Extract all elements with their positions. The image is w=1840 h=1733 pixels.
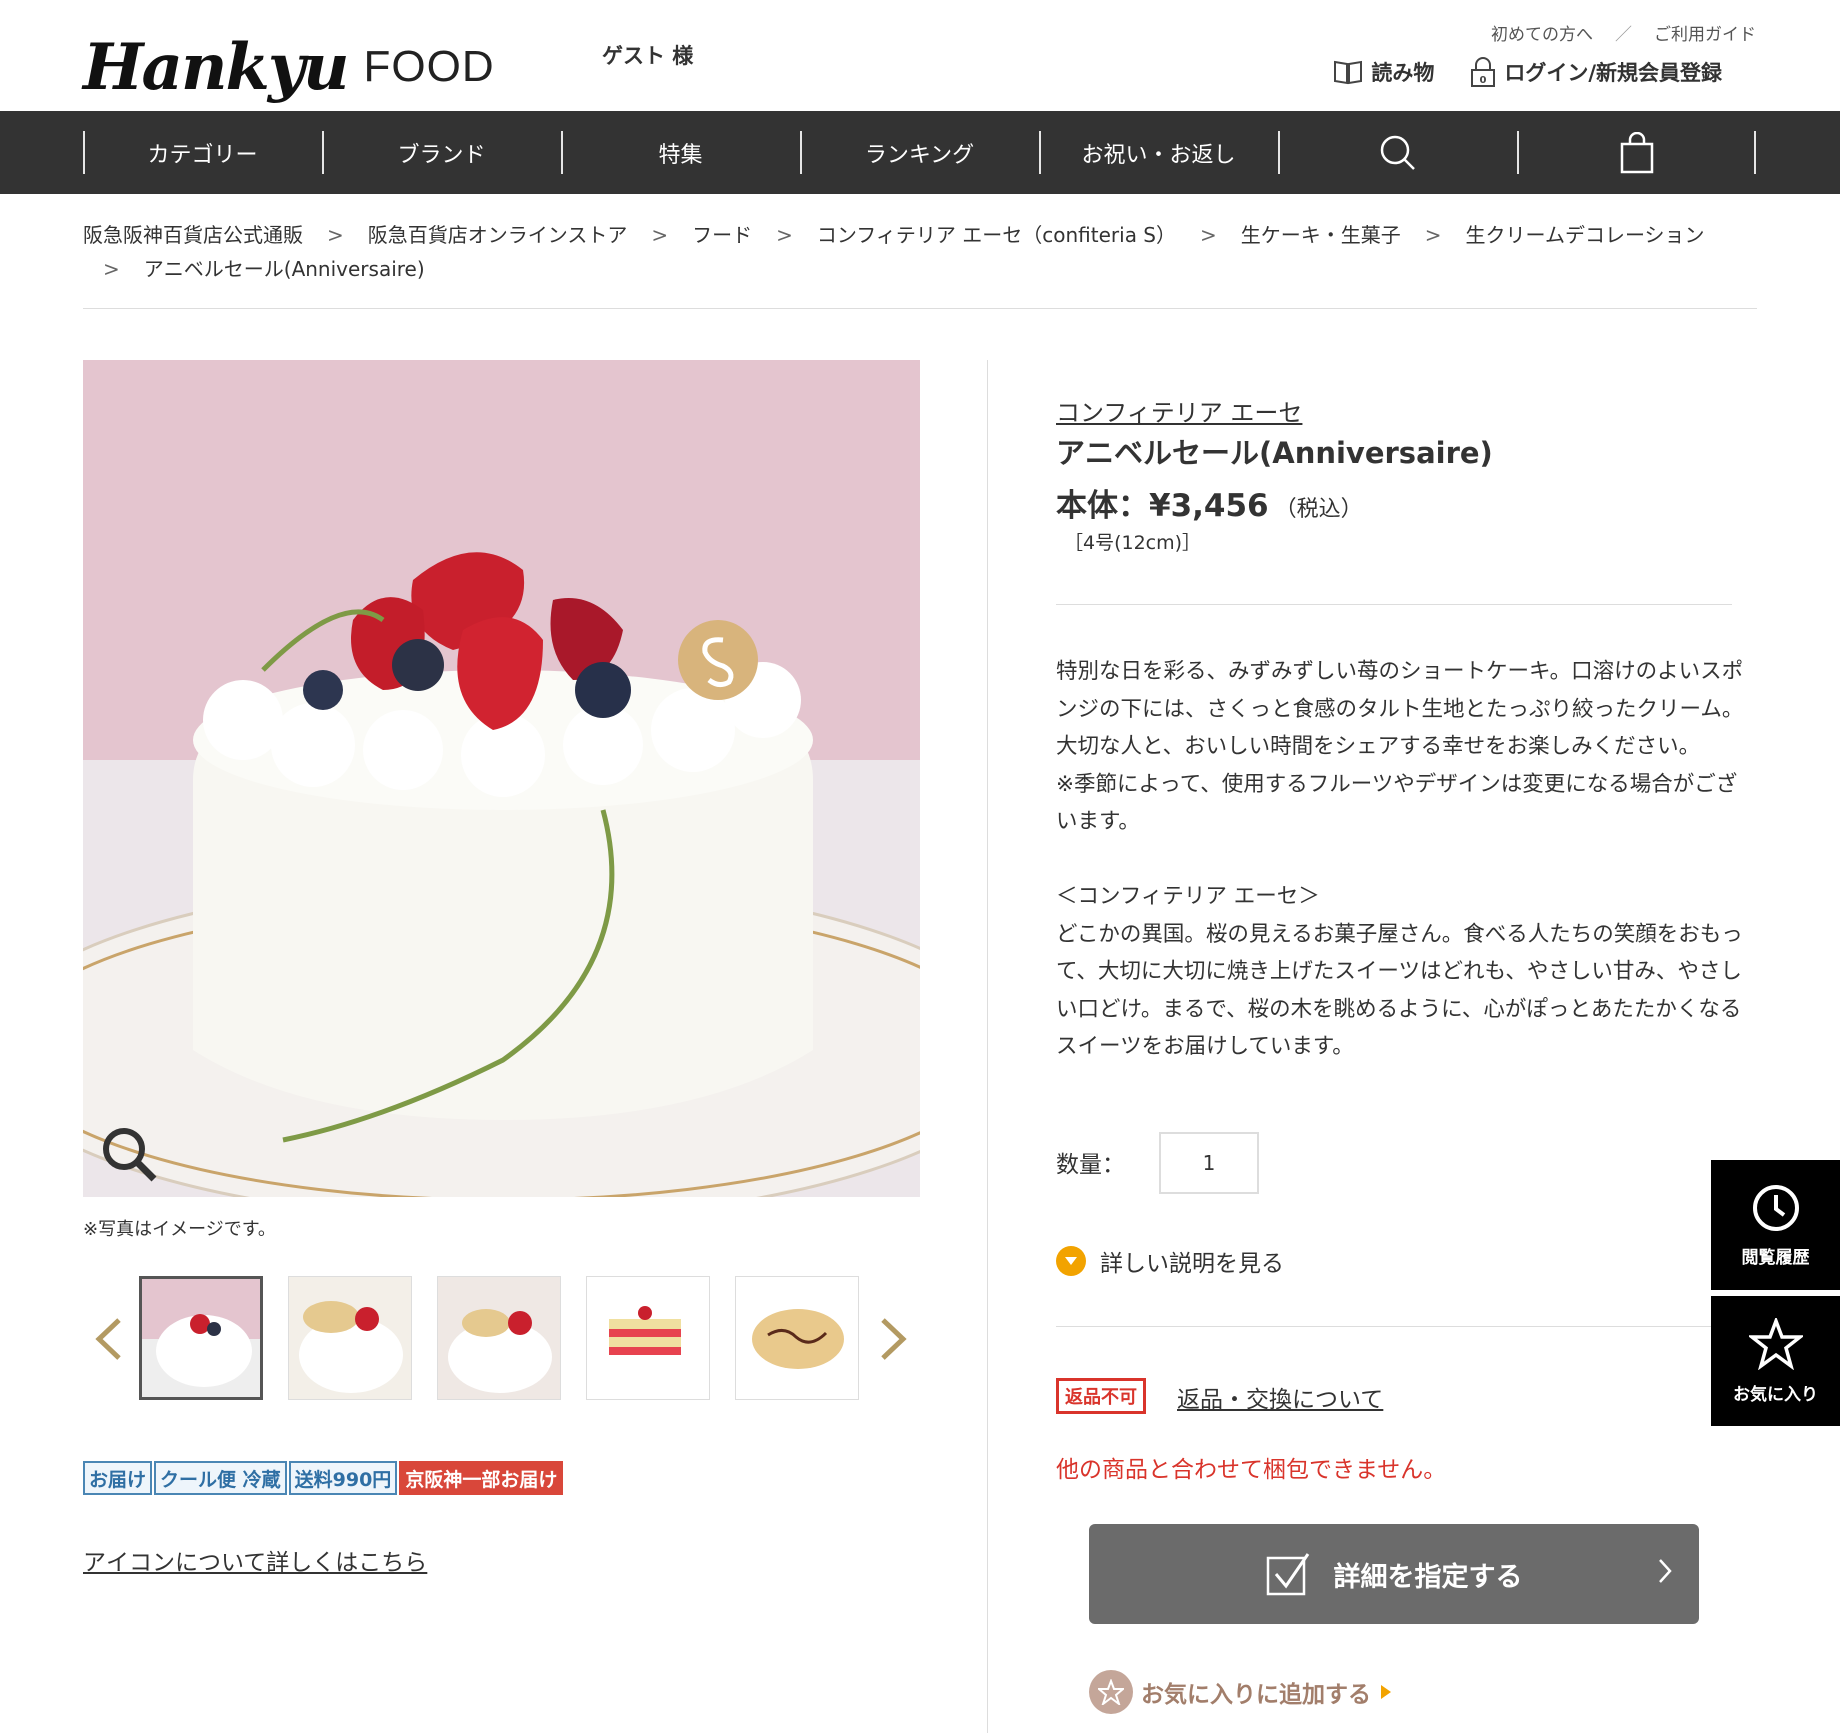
star-icon <box>1089 1670 1133 1714</box>
icon-info-link[interactable]: アイコンについて詳しくはこちら <box>83 1543 427 1577</box>
hankyu-food-logo[interactable]: Hankyu FOOD <box>83 10 495 100</box>
book-icon <box>1334 60 1363 85</box>
thumbnail-1[interactable] <box>139 1276 263 1400</box>
chevron-right-icon <box>1659 1559 1672 1583</box>
top-links: 初めての方へ ／ ご利用ガイド <box>1491 20 1756 45</box>
specify-details-label: 詳細を指定する <box>1333 1561 1523 1593</box>
breadcrumb-item[interactable]: 生クリームデコレーション <box>1466 223 1705 247</box>
thumbnail-2[interactable] <box>288 1276 412 1400</box>
breadcrumb-divider <box>83 308 1757 309</box>
return-policy-link[interactable]: 返品・交換について <box>1177 1380 1383 1414</box>
breadcrumb: 阪急阪神百貨店公式通販 > 阪急百貨店オンラインストア > フード > コンフィテリア エー… <box>83 223 1705 281</box>
details-divider <box>1056 1326 1712 1327</box>
search-icon <box>1380 135 1415 170</box>
main-nav: カテゴリー ブランド 特集 ランキング お祝い・お返し <box>0 111 1840 194</box>
more-details-label: 詳しい説明を見る <box>1100 1251 1284 1277</box>
breadcrumb-current: アニベルセール(Anniversaire) <box>143 257 425 281</box>
triangle-right-icon <box>1381 1685 1391 1699</box>
guest-label: ゲスト 様 <box>602 44 694 68</box>
tax-label: （税込） <box>1274 497 1363 522</box>
checkbox-icon <box>1266 1553 1309 1596</box>
photo-note: ※写真はイメージです。 <box>83 1219 276 1240</box>
product-description: 特別な日を彩る、みずみずしい苺のショートケーキ。口溶けのよいスポンジの下には、さ… <box>1056 659 1744 1059</box>
history-label: 閲覧履歴 <box>1741 1247 1810 1268</box>
lock-icon: 0 <box>1471 57 1496 87</box>
clock-icon <box>1752 1184 1799 1231</box>
breadcrumb-item[interactable]: フード <box>692 223 752 247</box>
shipping-fee-badge: 送料990円 <box>288 1461 398 1495</box>
site-header: Hankyu FOOD ゲスト 様 初めての方へ ／ ご利用ガイド 読み物 0 … <box>0 0 1840 111</box>
quantity-label: 数量： <box>1056 1152 1125 1178</box>
nav-feature[interactable]: 特集 <box>561 111 800 194</box>
favorites-widget[interactable]: お気に入り <box>1711 1296 1840 1426</box>
product-title: アニベルセール(Anniversaire) <box>1056 436 1493 470</box>
account-links: 読み物 0 ログイン/新規会員登録 <box>1333 56 1722 88</box>
delivery-badge: お届け <box>83 1461 153 1495</box>
specify-details-button[interactable]: 詳細を指定する <box>1089 1524 1699 1624</box>
column-divider <box>987 360 988 1733</box>
reading-label: 読み物 <box>1371 61 1435 85</box>
nav-category[interactable]: カテゴリー <box>83 111 322 194</box>
logo-food-text: FOOD <box>363 42 495 91</box>
nav-brand[interactable]: ブランド <box>322 111 561 194</box>
login-link[interactable]: 0 ログイン/新規会員登録 <box>1470 56 1722 88</box>
nav-search[interactable] <box>1278 111 1517 194</box>
chevron-down-icon <box>1056 1246 1086 1276</box>
star-icon <box>1748 1317 1803 1370</box>
breadcrumb-item[interactable]: 生ケーキ・生菓子 <box>1241 223 1401 247</box>
add-to-favorites-label: お気に入りに追加する <box>1141 1682 1371 1708</box>
first-time-link[interactable]: 初めての方へ <box>1491 20 1593 45</box>
favorites-label: お気に入り <box>1733 1384 1818 1405</box>
product-size: ［4号(12cm)］ <box>1064 532 1202 554</box>
thumbnail-4[interactable] <box>586 1276 710 1400</box>
cool-delivery-badge: クール便 冷蔵 <box>154 1461 287 1495</box>
zoom-icon[interactable] <box>100 1125 160 1185</box>
nav-ranking[interactable]: ランキング <box>800 111 1039 194</box>
breadcrumb-item[interactable]: 阪急百貨店オンラインストア <box>368 223 628 247</box>
guide-link[interactable]: ご利用ガイド <box>1654 20 1756 45</box>
chevron-right-icon[interactable] <box>879 1316 909 1362</box>
chevron-left-icon[interactable] <box>93 1316 123 1362</box>
thumbnail-5[interactable] <box>735 1276 859 1400</box>
top-links-separator: ／ <box>1615 25 1632 45</box>
svg-text:0: 0 <box>1480 75 1487 86</box>
add-to-favorites[interactable]: お気に入りに追加する <box>1089 1670 1393 1714</box>
product-price: 本体：¥3,456 （税込） <box>1056 480 1363 525</box>
no-return-badge: 返品不可 <box>1056 1378 1146 1414</box>
nav-celebration[interactable]: お祝い・お返し <box>1039 111 1278 194</box>
thumbnail-3[interactable] <box>437 1276 561 1400</box>
logo-script: Hankyu <box>83 30 350 105</box>
product-main-image[interactable] <box>83 360 920 1197</box>
delivery-badges: お届け クール便 冷蔵 送料990円 京阪神一部お届け <box>83 1461 564 1495</box>
region-delivery-badge: 京阪神一部お届け <box>399 1461 564 1495</box>
more-details-toggle[interactable]: 詳しい説明を見る <box>1056 1244 1284 1278</box>
nav-cart[interactable] <box>1517 111 1756 194</box>
history-widget[interactable]: 閲覧履歴 <box>1711 1160 1840 1290</box>
thumbnail-carousel <box>83 1276 920 1404</box>
breadcrumb-item[interactable]: コンフィテリア エーセ（confiteria S） <box>817 223 1176 247</box>
login-label: ログイン/新規会員登録 <box>1504 61 1722 85</box>
brand-link[interactable]: コンフィテリア エーセ <box>1056 393 1302 428</box>
shopping-bag-icon <box>1620 131 1653 173</box>
price-divider <box>1056 604 1732 605</box>
breadcrumb-item[interactable]: 阪急阪神百貨店公式通販 <box>83 223 303 247</box>
reading-link[interactable]: 読み物 <box>1333 57 1434 87</box>
quantity-input[interactable]: 1 <box>1159 1132 1259 1194</box>
cake-photo <box>83 360 920 1197</box>
price-value: 本体：¥3,456 <box>1056 488 1269 524</box>
packing-notice: 他の商品と合わせて梱包できません。 <box>1056 1457 1447 1483</box>
